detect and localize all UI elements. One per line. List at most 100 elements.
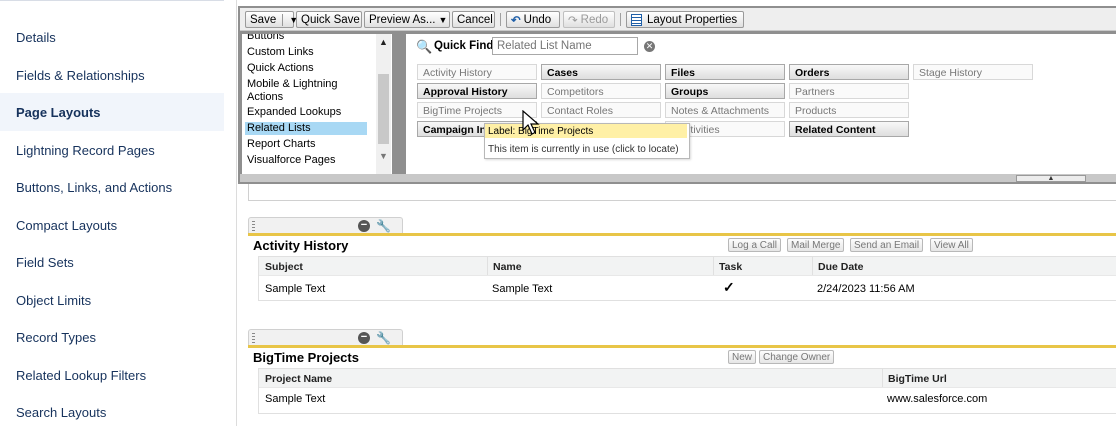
wrench-icon[interactable]: 🔧 bbox=[376, 331, 391, 345]
column-header: Task bbox=[719, 261, 743, 273]
category-item[interactable]: Buttons bbox=[247, 34, 284, 43]
palette-item[interactable]: Files bbox=[665, 64, 785, 80]
palette-item[interactable]: Groups bbox=[665, 83, 785, 99]
send-an-email-button[interactable]: Send an Email bbox=[850, 238, 924, 252]
sidebar-item-page-layouts[interactable]: Page Layouts bbox=[0, 93, 224, 131]
category-item[interactable]: Report Charts bbox=[247, 138, 315, 151]
redo-button[interactable]: ↷ Redo bbox=[563, 11, 615, 28]
toolbar-separator bbox=[620, 13, 621, 26]
tooltip-label: Label: BigTime Projects bbox=[485, 124, 687, 138]
sidebar-item-field-sets[interactable]: Field Sets bbox=[0, 243, 224, 281]
checkmark-icon: ✓ bbox=[723, 279, 735, 295]
table-cell: Sample Text bbox=[265, 283, 326, 295]
category-item-continued[interactable]: Actions bbox=[247, 91, 283, 104]
sidebar-divider bbox=[236, 0, 237, 426]
mouse-pointer-icon bbox=[522, 110, 540, 135]
undo-button[interactable]: ↶ Undo bbox=[506, 11, 560, 28]
sidebar-item-lightning-record-pages[interactable]: Lightning Record Pages bbox=[0, 131, 224, 169]
sidebar-item-details[interactable]: Details bbox=[0, 18, 224, 56]
change-owner-button[interactable]: Change Owner bbox=[759, 350, 835, 364]
cancel-button[interactable]: Cancel bbox=[452, 11, 495, 28]
palette-item-hovered[interactable]: BigTime Projects bbox=[417, 102, 537, 118]
mail-merge-button[interactable]: Mail Merge bbox=[787, 238, 845, 252]
sidebar-item-record-types[interactable]: Record Types bbox=[0, 318, 224, 356]
related-list-table: Project Name BigTime Url Sample Text www… bbox=[258, 368, 1116, 414]
palette-item[interactable]: Approval History bbox=[417, 83, 537, 99]
toolbar-separator bbox=[500, 13, 501, 26]
palette-item[interactable]: Activity History bbox=[417, 64, 537, 80]
column-header: BigTime Url bbox=[888, 373, 947, 385]
section-accent-line bbox=[248, 233, 1116, 236]
palette-item[interactable]: Products bbox=[789, 102, 909, 118]
category-item[interactable]: Visualforce Pages bbox=[247, 154, 335, 167]
sidebar-item-object-limits[interactable]: Object Limits bbox=[0, 281, 224, 319]
section-title: BigTime Projects bbox=[253, 350, 359, 365]
quick-save-button[interactable]: Quick Save bbox=[296, 11, 362, 28]
magnifier-icon: 🔍 bbox=[416, 39, 433, 54]
sidebar-item-fields-relationships[interactable]: Fields & Relationships bbox=[0, 56, 224, 94]
section-handle[interactable]: − 🔧 bbox=[248, 217, 403, 234]
undo-icon: ↶ bbox=[511, 14, 521, 27]
palette-item[interactable]: Partners bbox=[789, 83, 909, 99]
scroll-down-arrow-icon[interactable]: ▼ bbox=[379, 151, 388, 161]
view-all-button[interactable]: View All bbox=[930, 238, 973, 252]
collapse-palette-handle-icon[interactable]: ▲ bbox=[1016, 175, 1086, 182]
table-cell: Sample Text bbox=[492, 283, 553, 295]
palette-item[interactable]: Competitors bbox=[541, 83, 661, 99]
setup-sidebar: Details Fields & Relationships Page Layo… bbox=[0, 0, 224, 426]
new-button[interactable]: New bbox=[728, 350, 757, 364]
palette-item[interactable]: Related Content bbox=[789, 121, 909, 137]
sidebar-top-border bbox=[0, 0, 224, 1]
section-handle[interactable]: − 🔧 bbox=[248, 329, 403, 346]
preview-as-label: Preview As... bbox=[369, 13, 436, 26]
layout-properties-button[interactable]: Layout Properties bbox=[626, 11, 744, 28]
table-header bbox=[259, 257, 1116, 275]
palette-item[interactable]: Cases bbox=[541, 64, 661, 80]
layout-properties-label: Layout Properties bbox=[647, 13, 738, 26]
preview-as-button[interactable]: Preview As... ▼ bbox=[364, 11, 450, 28]
column-header: Subject bbox=[265, 261, 303, 273]
row-separator bbox=[259, 275, 1116, 276]
quick-find-input[interactable] bbox=[492, 37, 638, 55]
category-item[interactable]: Custom Links bbox=[247, 46, 314, 59]
preview-as-chevron-icon: ▼ bbox=[438, 14, 448, 25]
sidebar-item-related-lookup-filters[interactable]: Related Lookup Filters bbox=[0, 356, 224, 394]
palette-item[interactable]: Contact Roles bbox=[541, 102, 661, 118]
drag-grip-icon[interactable] bbox=[252, 333, 255, 343]
column-header: Due Date bbox=[818, 261, 864, 273]
palette-item[interactable]: Orders bbox=[789, 64, 909, 80]
save-label: Save bbox=[250, 13, 277, 26]
palette-bottom-bar: ▲ bbox=[240, 174, 1116, 182]
column-separator bbox=[882, 369, 883, 387]
table-cell: Sample Text bbox=[265, 393, 326, 405]
section-title: Activity History bbox=[253, 238, 349, 253]
remove-section-icon[interactable]: − bbox=[358, 220, 370, 232]
wrench-icon[interactable]: 🔧 bbox=[376, 219, 391, 233]
drag-grip-icon[interactable] bbox=[252, 221, 255, 231]
category-item[interactable]: Quick Actions bbox=[247, 62, 314, 75]
related-list-table: Subject Name Task Due Date Sample Text S… bbox=[258, 256, 1116, 301]
category-item[interactable]: Mobile & Lightning bbox=[247, 78, 338, 91]
redo-label: Redo bbox=[580, 13, 609, 26]
column-separator bbox=[812, 257, 813, 275]
log-a-call-button[interactable]: Log a Call bbox=[728, 238, 782, 252]
sidebar-item-compact-layouts[interactable]: Compact Layouts bbox=[0, 206, 224, 244]
palette-item[interactable]: Notes & Attachments bbox=[665, 102, 785, 118]
canvas-border bbox=[248, 184, 249, 200]
save-button[interactable]: Save ▼ bbox=[245, 11, 298, 28]
layout-toolbar: Save ▼ Quick Save Preview As... ▼ Cancel … bbox=[240, 8, 1116, 31]
category-scrollbar-thumb[interactable] bbox=[378, 74, 389, 144]
column-header: Project Name bbox=[265, 373, 333, 385]
scroll-up-arrow-icon[interactable]: ▲ bbox=[379, 37, 388, 47]
clear-search-icon[interactable]: ✕ bbox=[644, 41, 655, 52]
sidebar-item-search-layouts[interactable]: Search Layouts bbox=[0, 393, 224, 431]
palette-item[interactable]: Stage History bbox=[913, 64, 1033, 80]
row-separator bbox=[259, 387, 1116, 388]
sidebar-item-buttons-links-actions[interactable]: Buttons, Links, and Actions bbox=[0, 168, 224, 206]
category-item-selected[interactable]: Related Lists bbox=[245, 122, 367, 135]
category-item[interactable]: Expanded Lookups bbox=[247, 106, 341, 119]
column-separator bbox=[713, 257, 714, 275]
table-cell: 2/24/2023 11:56 AM bbox=[817, 283, 915, 295]
remove-section-icon[interactable]: − bbox=[358, 332, 370, 344]
column-separator bbox=[487, 257, 488, 275]
